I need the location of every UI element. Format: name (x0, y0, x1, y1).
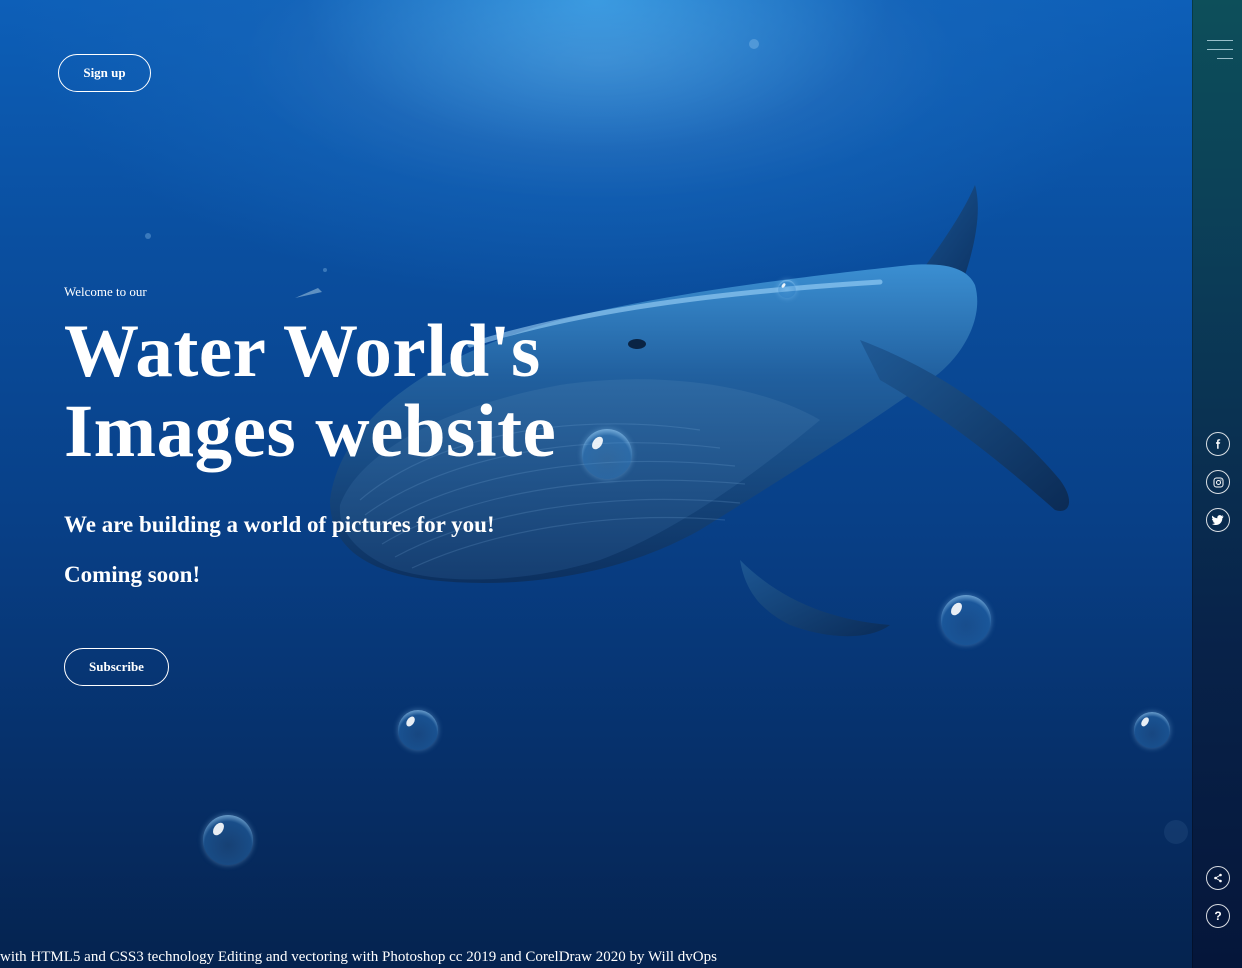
title-line-1: Water World's (64, 310, 541, 393)
instagram-icon[interactable] (1206, 470, 1230, 494)
bubble-decoration (398, 710, 438, 750)
help-glyph: ? (1214, 909, 1222, 923)
hamburger-menu-icon[interactable] (1205, 38, 1233, 64)
sign-up-button[interactable]: Sign up (58, 54, 151, 92)
bubble-decoration (582, 429, 632, 479)
tagline-text: We are building a world of pictures for … (64, 512, 495, 537)
whale-background-image (145, 0, 1188, 844)
coming-soon-text: Coming soon! (64, 562, 201, 587)
share-icon[interactable] (1206, 866, 1230, 890)
welcome-text: Welcome to our (64, 284, 147, 299)
twitter-icon[interactable] (1206, 508, 1230, 532)
hero-section: Sign up Welcome to our Water World's Ima… (0, 0, 1192, 968)
side-rail: ? (1192, 0, 1242, 968)
menu-line (1217, 58, 1233, 59)
help-icon[interactable]: ? (1206, 904, 1230, 928)
bubble-decoration (1134, 712, 1170, 748)
bubble-decoration (778, 280, 796, 298)
facebook-icon[interactable] (1206, 432, 1230, 456)
menu-line (1207, 49, 1233, 50)
menu-line (1207, 40, 1233, 41)
bubble-decoration (203, 815, 253, 865)
title-line-2: Images website (64, 390, 557, 473)
page: Sign up Welcome to our Water World's Ima… (0, 0, 1242, 968)
footer-credit: with HTML5 and CSS3 technology Editing a… (0, 949, 717, 965)
page-title: Water World's Images website (64, 312, 556, 472)
subscribe-button[interactable]: Subscribe (64, 648, 169, 686)
bubble-decoration (941, 595, 991, 645)
